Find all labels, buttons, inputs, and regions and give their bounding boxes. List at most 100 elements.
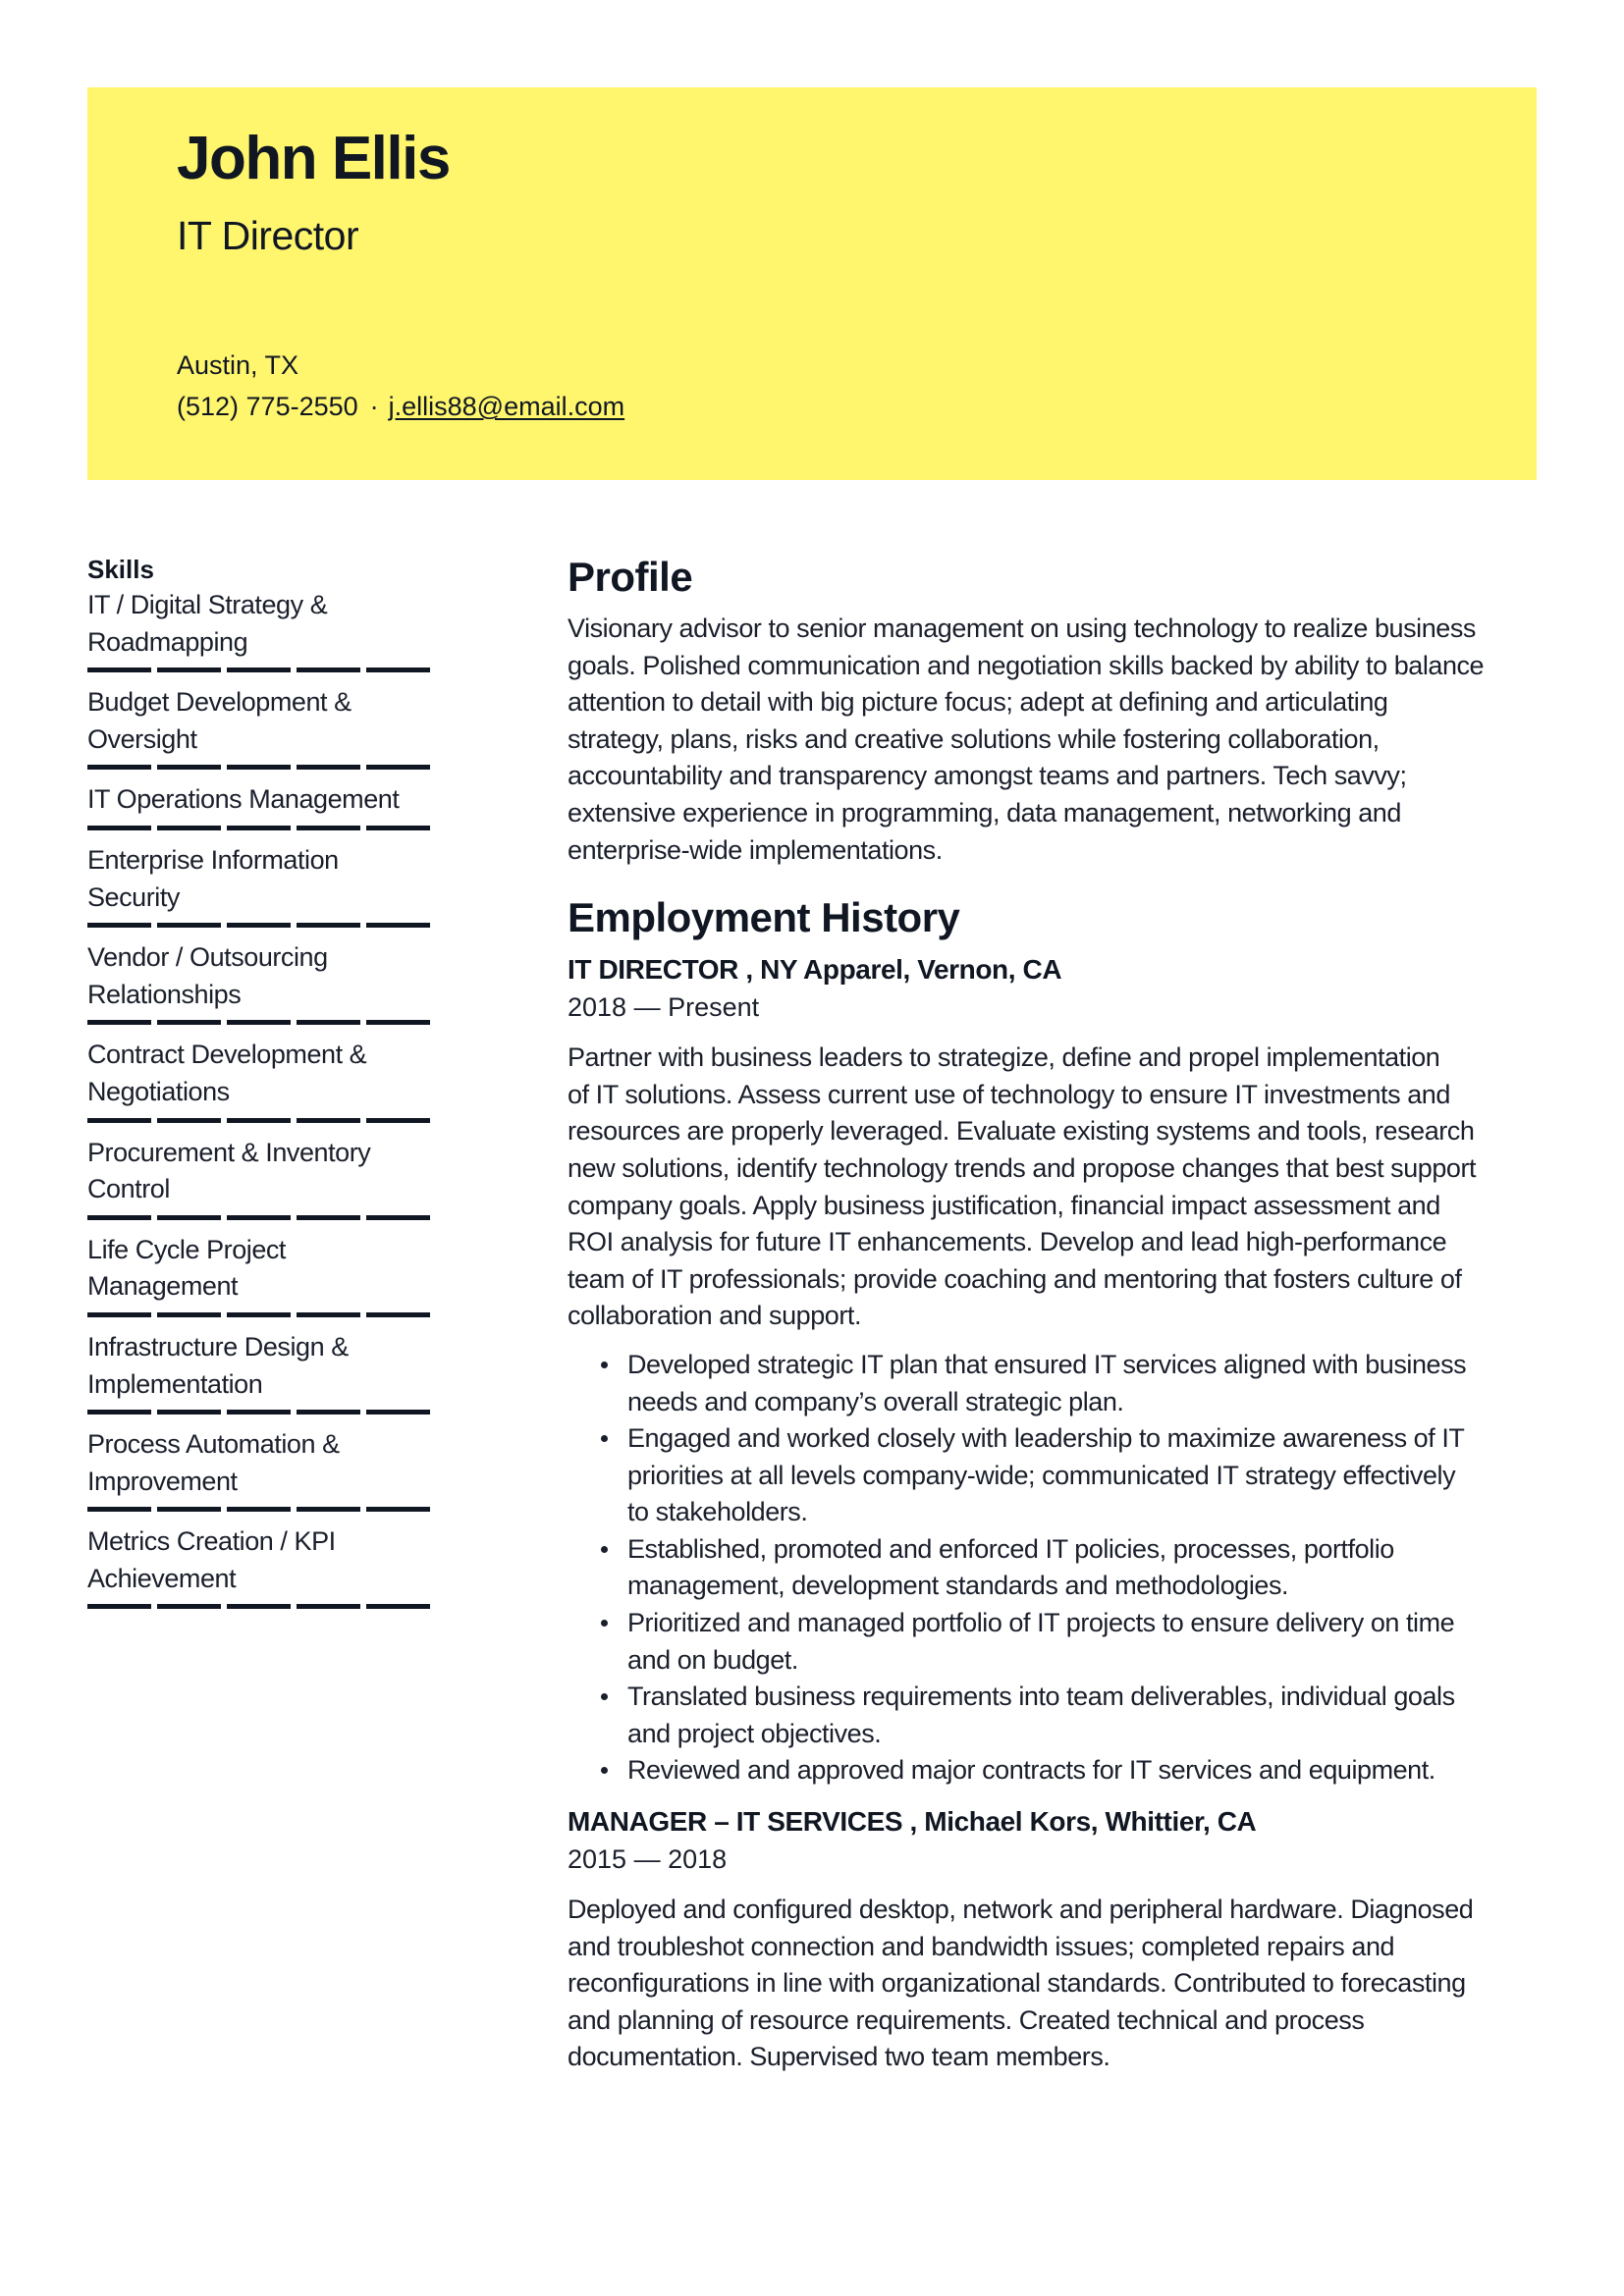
bullet-icon: [601, 1767, 608, 1775]
skill-level-segment: [366, 1410, 430, 1415]
skill-level-segment: [157, 1410, 221, 1415]
skill-name-line: Management: [87, 1271, 239, 1302]
job-dates: 2015 — 2018: [568, 1844, 728, 1875]
contact-separator: ·: [369, 392, 379, 421]
skill-name-line: Control: [87, 1174, 170, 1204]
profile-section: Profile Visionary advisor to senior mana…: [568, 550, 1549, 869]
bullet-icon: [601, 1545, 608, 1553]
skill-level-segment: [297, 667, 360, 673]
profile-line: enterprise-wide implementations.: [568, 834, 943, 865]
skills-heading: Skills: [87, 555, 154, 584]
skill-level-segment: [297, 1214, 360, 1220]
achievement-line: Reviewed and approved major contracts fo…: [627, 1755, 1435, 1786]
skill-level-segment: [297, 825, 360, 830]
skill-level-segment: [87, 1604, 151, 1610]
skill-level-segment: [227, 1311, 291, 1317]
skill-name-line: Budget Development &: [87, 687, 352, 718]
achievement-line: and project objectives.: [627, 1718, 882, 1748]
skill-level-segment: [227, 825, 291, 830]
skill-name-line: Enterprise Information: [87, 844, 339, 875]
achievement-item: Established, promoted and enforced IT po…: [568, 1531, 1549, 1605]
achievement-item: Translated business requirements into te…: [568, 1679, 1549, 1752]
skill-level-segment: [297, 1020, 360, 1026]
profile-summary: Visionary advisor to senior management o…: [568, 611, 1549, 869]
skill-name-line: Negotiations: [87, 1076, 230, 1106]
skill-level-segment: [227, 765, 291, 771]
skill-level-segment: [297, 923, 360, 929]
skill-level-segment: [297, 1410, 360, 1415]
email-link[interactable]: j.ellis88@email.com: [389, 392, 624, 421]
job-entry: MANAGER – IT SERVICES , Michael Kors, Wh…: [568, 1803, 1549, 2076]
skill-name: Life Cycle Project Management: [87, 1232, 441, 1306]
skill-level-segment: [157, 1507, 221, 1513]
skill-name: Enterprise Information Security: [87, 842, 441, 916]
description-line: documentation. Supervised two team membe…: [568, 2042, 1110, 2072]
bullet-icon: [601, 1361, 608, 1368]
skill-level-bar: [87, 765, 441, 771]
achievement-line: priorities at all levels company-wide; c…: [627, 1460, 1456, 1490]
description-line: new solutions, identify technology trend…: [568, 1152, 1477, 1183]
skill-name: IT / Digital Strategy & Roadmapping: [87, 587, 441, 661]
employment-section: Employment History IT DIRECTOR , NY Appa…: [568, 890, 1549, 2076]
description-line: collaboration and support.: [568, 1301, 862, 1331]
skill-name-line: Security: [87, 881, 180, 912]
skill-level-segment: [297, 1507, 360, 1513]
skill-level-segment: [366, 765, 430, 771]
skill-name: Metrics Creation / KPI Achievement: [87, 1523, 441, 1597]
skill-name-line: Procurement & Inventory: [87, 1137, 371, 1167]
skill-name: Procurement & Inventory Control: [87, 1135, 441, 1208]
skill-level-segment: [157, 765, 221, 771]
contact-info: Austin, TX (512) 775-2550 · j.ellis88@emai…: [177, 345, 624, 427]
achievement-line: to stakeholders.: [627, 1497, 808, 1527]
job-title: MANAGER – IT SERVICES , Michael Kors, Wh…: [568, 1806, 1257, 1838]
skill-item: Vendor / Outsourcing Relationships: [87, 939, 441, 1026]
resume-header: John Ellis IT Director Austin, TX (512) …: [87, 87, 1537, 480]
skill-level-segment: [297, 1117, 360, 1123]
skill-item: Metrics Creation / KPI Achievement: [87, 1523, 441, 1610]
description-line: ROI analysis for future IT enhancements.…: [568, 1227, 1447, 1257]
skill-level-bar: [87, 1117, 441, 1123]
employment-heading: Employment History: [568, 894, 960, 941]
skill-name-line: Implementation: [87, 1368, 263, 1399]
skill-item: Procurement & Inventory Control: [87, 1135, 441, 1220]
skill-level-segment: [366, 1214, 430, 1220]
skill-level-segment: [87, 923, 151, 929]
description-line: Deployed and configured desktop, network…: [568, 1895, 1474, 1925]
skill-level-bar: [87, 667, 441, 673]
skill-level-segment: [157, 825, 221, 830]
skill-name-line: Contract Development &: [87, 1040, 367, 1070]
skill-level-segment: [366, 1507, 430, 1513]
skill-level-bar: [87, 923, 441, 929]
skill-level-segment: [87, 765, 151, 771]
skill-name-line: IT Operations Management: [87, 784, 400, 815]
skill-level-segment: [227, 1214, 291, 1220]
skill-level-segment: [227, 923, 291, 929]
skill-level-segment: [87, 667, 151, 673]
profile-line: goals. Polished communication and negoti…: [568, 650, 1485, 680]
description-line: Partner with business leaders to strateg…: [568, 1042, 1440, 1073]
candidate-name: John Ellis: [177, 125, 451, 192]
description-line: company goals. Apply business justificat…: [568, 1190, 1440, 1220]
profile-line: Visionary advisor to senior management o…: [568, 614, 1476, 643]
skill-name: IT Operations Management: [87, 781, 441, 819]
profile-line: extensive experience in programming, dat…: [568, 797, 1401, 828]
skill-name: Vendor / Outsourcing Relationships: [87, 939, 441, 1013]
bullet-icon: [601, 1620, 608, 1628]
skill-level-segment: [297, 765, 360, 771]
description-line: of IT solutions. Assess current use of t…: [568, 1079, 1450, 1109]
bullet-icon: [601, 1693, 608, 1701]
achievement-item: Engaged and worked closely with leadersh…: [568, 1420, 1549, 1531]
main-content: Profile Visionary advisor to senior mana…: [568, 550, 1549, 2088]
skill-item: Infrastructure Design & Implementation: [87, 1329, 441, 1415]
achievement-line: management, development standards and me…: [627, 1571, 1289, 1601]
skill-level-bar: [87, 1020, 441, 1026]
skill-level-segment: [366, 1311, 430, 1317]
skill-name-line: Infrastructure Design &: [87, 1331, 349, 1362]
skill-level-segment: [366, 923, 430, 929]
skill-name-line: Roadmapping: [87, 626, 248, 657]
job-entry: IT DIRECTOR , NY Apparel, Vernon, CA 2018…: [568, 951, 1549, 1789]
skill-level-segment: [297, 1311, 360, 1317]
skill-level-bar: [87, 1507, 441, 1513]
skill-name-line: IT / Digital Strategy &: [87, 590, 328, 619]
profile-heading: Profile: [568, 554, 693, 600]
